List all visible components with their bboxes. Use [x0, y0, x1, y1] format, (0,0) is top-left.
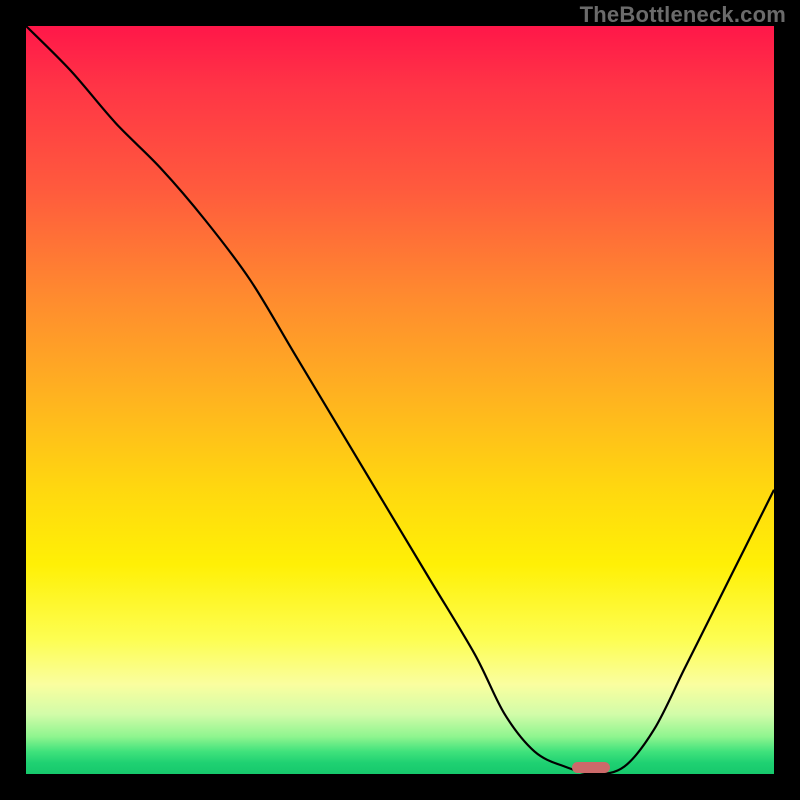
curve-path	[26, 26, 774, 774]
bottleneck-curve	[26, 26, 774, 774]
plot-area	[26, 26, 774, 774]
watermark-text: TheBottleneck.com	[580, 2, 786, 28]
optimum-marker	[572, 762, 610, 773]
chart-container: TheBottleneck.com	[0, 0, 800, 800]
